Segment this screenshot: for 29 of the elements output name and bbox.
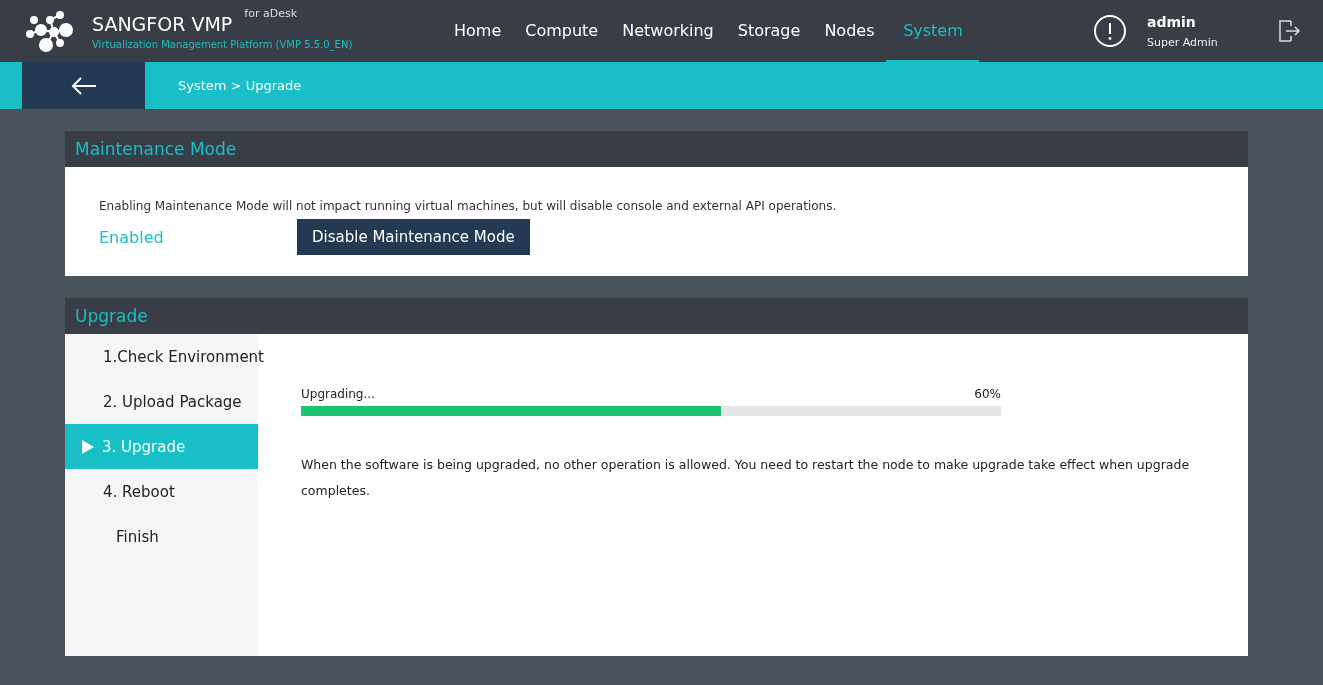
maintenance-description: Enabling Maintenance Mode will not impact running virtual machines, but will disable console and external API operations.	[99, 199, 838, 213]
progress-label: Upgrading...	[301, 387, 375, 401]
nav-tab[interactable]: Home	[442, 0, 514, 62]
back-arrow-icon	[70, 75, 97, 96]
step-label: Finish	[116, 527, 159, 546]
step-label: 1.Check Environment	[103, 347, 264, 366]
panel-title: Maintenance Mode	[65, 131, 1248, 167]
upgrade-note: When the software is being upgraded, no other operation is allowed. You need to restart the node to make upgrade take effect when upgrade completes.	[301, 456, 1191, 500]
logout-icon[interactable]	[1277, 19, 1301, 43]
edition-label: for aDesk	[244, 6, 298, 20]
platform-subtitle: Virtualization Management Platform (VMP 5.5.0_EN)	[92, 38, 353, 50]
breadcrumb: System > Upgrade	[178, 78, 302, 93]
nav-tab[interactable]: Storage	[725, 0, 813, 62]
logo-icon	[26, 10, 76, 52]
brand-name: SANGFOR VMP	[92, 12, 233, 35]
progress-reading: 60%	[974, 387, 1001, 401]
current-step-icon	[82, 439, 94, 454]
disable-maintenance-button[interactable]: Disable Maintenance Mode	[297, 219, 530, 255]
nav-tab[interactable]: Compute	[513, 0, 611, 62]
alert-icon[interactable]	[1093, 14, 1127, 48]
step-label: 2. Upload Package	[103, 392, 242, 411]
step-label: 3. Upgrade	[102, 437, 186, 456]
nav-tab[interactable]: Networking	[610, 0, 726, 62]
nav-tab[interactable]: Nodes	[812, 0, 887, 62]
step-label: 4. Reboot	[103, 482, 175, 501]
user-name: admin	[1147, 13, 1197, 30]
panel-title: Upgrade	[65, 298, 1248, 334]
maintenance-status: Enabled	[99, 227, 165, 247]
user-role: Super Admin	[1147, 35, 1219, 49]
